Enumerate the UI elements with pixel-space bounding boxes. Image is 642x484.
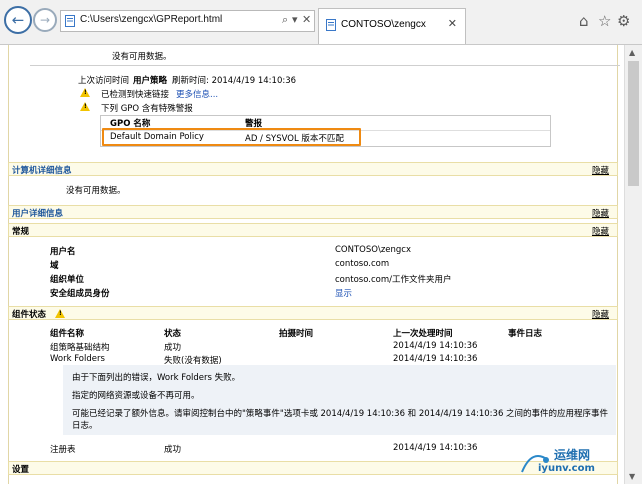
address-bar[interactable]: C:\Users\zengcx\GPReport.html ⌕ ▾ ✕ (60, 10, 315, 32)
hide-link[interactable]: 隐藏 (592, 225, 609, 237)
user-details-header[interactable]: 用户详细信息 隐藏 (8, 205, 618, 219)
last-visit-policy: 用户策略 (133, 76, 168, 86)
component-name: 组策略基础结构 (50, 343, 110, 353)
tab-title: CONTOSO\zengcx (341, 19, 426, 30)
warning-icon: ! (80, 88, 90, 97)
show-link[interactable]: 显示 (335, 287, 352, 299)
security-group-label: 安全组成员身份 (50, 289, 110, 299)
domain-label: 域 (50, 261, 59, 271)
warning-icon: ! (80, 102, 90, 111)
component-status-title: 组件状态 (12, 310, 47, 320)
error-message: 由于下面列出的错误，Work Folders 失败。 (72, 373, 241, 383)
more-info-link[interactable]: 更多信息... (176, 88, 218, 100)
watermark-text: 运维网 (554, 448, 591, 462)
document-icon (65, 15, 75, 27)
ou-label: 组织单位 (50, 275, 85, 285)
tab-gpreport[interactable]: CONTOSO\zengcx ✕ (318, 8, 466, 44)
back-button[interactable]: ← (4, 6, 32, 34)
home-icon[interactable]: ⌂ (579, 12, 589, 30)
username-value: CONTOSO\zengcx (335, 245, 411, 255)
close-icon[interactable]: ✕ (302, 13, 311, 26)
component-status-header[interactable]: 组件状态 ! 隐藏 (8, 306, 618, 320)
address-url: C:\Users\zengcx\GPReport.html (80, 14, 223, 25)
component-status: 成功 (164, 343, 182, 353)
no-data-text: 没有可用数据。 (112, 52, 172, 62)
divider (30, 65, 620, 66)
col-event-log: 事件日志 (508, 329, 543, 339)
col-capture-time: 拍摄时间 (279, 329, 314, 339)
refresh-time: 刷新时间: 2014/4/19 14:10:36 (172, 76, 297, 86)
general-title: 常规 (12, 227, 30, 237)
component-status: 成功 (164, 445, 182, 455)
browser-toolbar: ← → C:\Users\zengcx\GPReport.html ⌕ ▾ ✕ … (0, 0, 642, 45)
scroll-up-icon[interactable]: ▲ (629, 48, 635, 57)
component-time: 2014/4/19 14:10:36 (393, 354, 478, 364)
scroll-down-icon[interactable]: ▼ (629, 472, 635, 481)
fast-link-text: 已检测到快速链接 (101, 90, 170, 100)
computer-details-header[interactable]: 计算机详细信息 隐藏 (8, 162, 618, 176)
component-name: Work Folders (50, 354, 105, 364)
dropdown-icon[interactable]: ▾ (292, 13, 298, 26)
document-icon (326, 19, 336, 31)
computer-details-title: 计算机详细信息 (12, 166, 72, 176)
col-last-processed: 上一次处理时间 (393, 329, 453, 339)
error-message: 日志。 (72, 421, 98, 431)
user-details-title: 用户详细信息 (12, 209, 64, 219)
watermark: 运维网 iyunv.com (518, 446, 616, 476)
gpo-warning-text: 下列 GPO 含有特殊警报 (101, 104, 193, 114)
settings-title: 设置 (12, 465, 30, 475)
computer-no-data-text: 没有可用数据。 (66, 186, 126, 196)
report-content: 没有可用数据。 上次访问时间 用户策略 刷新时间: 2014/4/19 14:1… (0, 45, 624, 484)
gear-icon[interactable]: ⚙ (617, 12, 630, 30)
ou-value: contoso.com/工作文件夹用户 (335, 275, 452, 285)
username-label: 用户名 (50, 247, 76, 257)
tab-close-icon[interactable]: ✕ (448, 17, 457, 30)
highlight-box (102, 128, 361, 146)
last-visit-label: 上次访问时间 (78, 76, 130, 86)
watermark-text: iyunv.com (538, 463, 595, 474)
error-message: 可能已经记录了额外信息。请审阅控制台中的"策略事件"选项卡或 2014/4/19… (72, 409, 609, 419)
component-time: 2014/4/19 14:10:36 (393, 443, 478, 453)
hide-link[interactable]: 隐藏 (592, 164, 609, 176)
domain-value: contoso.com (335, 259, 390, 269)
hide-link[interactable]: 隐藏 (592, 308, 609, 320)
favorites-star-icon[interactable]: ☆ (598, 12, 611, 30)
search-icon[interactable]: ⌕ (282, 13, 288, 27)
forward-button[interactable]: → (33, 8, 57, 32)
scrollbar-thumb[interactable] (628, 61, 639, 186)
vertical-scrollbar[interactable]: ▲ ▼ (624, 45, 642, 484)
warning-icon: ! (55, 309, 65, 318)
error-message: 指定的网络资源或设备不再可用。 (72, 391, 200, 401)
component-name: 注册表 (50, 445, 76, 455)
general-header[interactable]: 常规 隐藏 (8, 223, 618, 237)
col-component-name: 组件名称 (50, 329, 85, 339)
hide-link[interactable]: 隐藏 (592, 207, 609, 219)
component-time: 2014/4/19 14:10:36 (393, 341, 478, 351)
col-status: 状态 (164, 329, 182, 339)
